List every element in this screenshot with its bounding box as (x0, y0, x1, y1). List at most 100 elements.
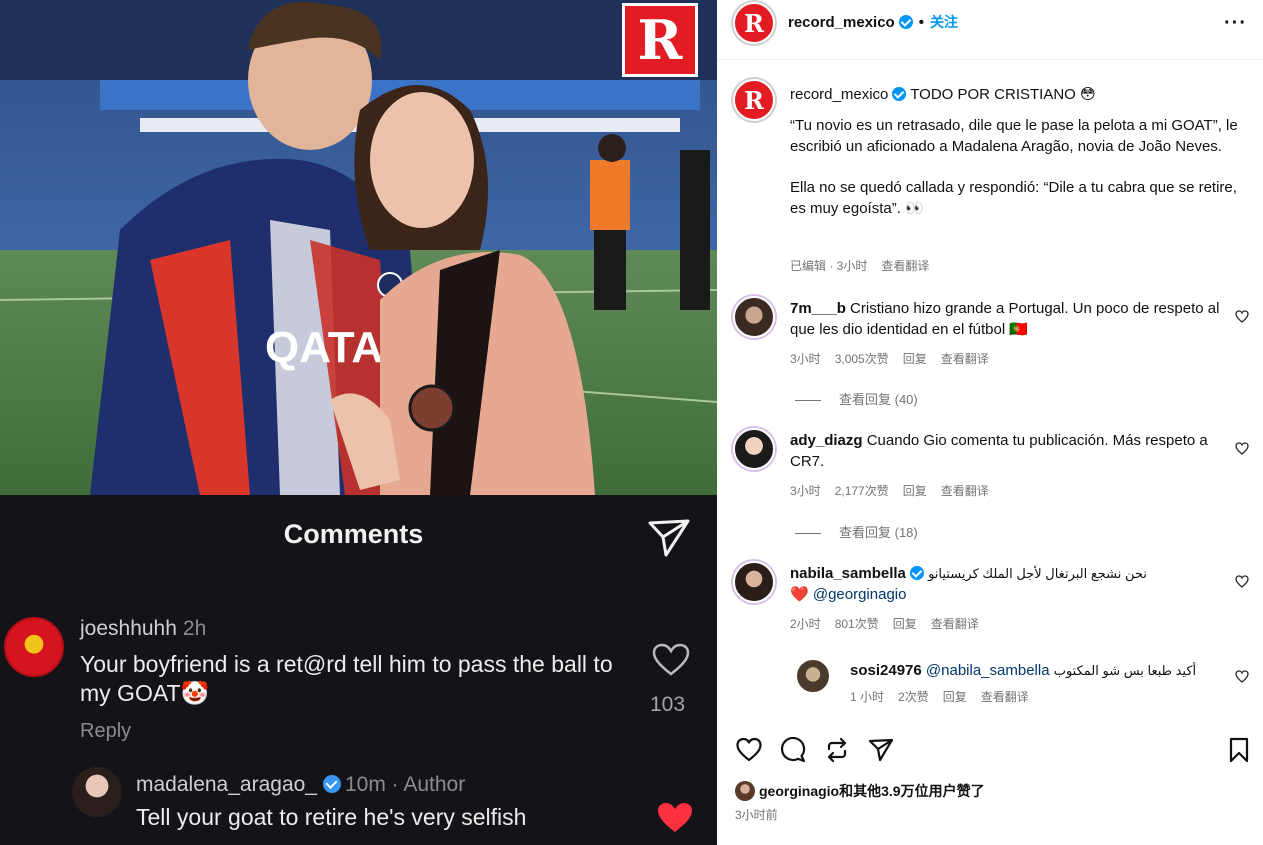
follow-button[interactable]: 关注 (930, 14, 958, 30)
screenshot-comment-user: joeshhuhh 2h (80, 617, 206, 641)
verified-badge-icon (892, 87, 907, 101)
verified-badge-icon (898, 15, 913, 29)
caption-paragraph-1: “Tu novio es un retrasado, dile que le p… (790, 117, 1238, 155)
reply-button[interactable]: 回复 (893, 617, 917, 631)
reply-username: madalena_aragao_ (136, 773, 317, 796)
repost-icon[interactable] (824, 737, 850, 763)
comment-likes[interactable]: 801次赞 (835, 617, 879, 631)
comment-username[interactable]: nabila_sambella (790, 565, 906, 582)
madalena-avatar (72, 767, 122, 817)
screenshot-like-count: 103 (650, 693, 686, 716)
comment-body: 7m___b Cristiano hizo grande a Portugal.… (790, 298, 1220, 340)
verified-badge-icon (909, 566, 924, 580)
translate-link[interactable]: 查看翻译 (941, 352, 989, 366)
account-avatar[interactable]: R (733, 2, 775, 44)
heart-outline-icon (652, 643, 690, 676)
reply-button[interactable]: 回复 (903, 484, 927, 498)
reply-button[interactable]: 回复 (943, 690, 967, 704)
reply-mention[interactable]: @nabila_sambella (926, 662, 1050, 679)
caption-first-line: record_mexico TODO POR CRISTIANO 😳 (790, 84, 1250, 105)
edited-time: 已编辑 · 3小时 (790, 259, 868, 273)
reply-meta: 1 小时 2次赞 回复 查看翻译 (850, 688, 1043, 705)
comment-text: نحن نشجع البرتغال لأجل الملك كريستيانو (928, 566, 1147, 581)
post-time: 3小时前 (735, 808, 778, 822)
caption-avatar[interactable]: R (733, 79, 775, 121)
reply-text: أكيد طبعا بس شو المكتوب (1053, 663, 1197, 678)
comment-username: joeshhuhh (80, 617, 177, 640)
comment-item: 7m___b Cristiano hizo grande a Portugal.… (733, 296, 1253, 386)
post-photo: QATAR R (0, 0, 717, 495)
comment-username[interactable]: 7m___b (790, 300, 846, 317)
heart-filled-icon (658, 803, 692, 832)
caption-headline: TODO POR CRISTIANO 😳 (910, 86, 1096, 103)
header-username[interactable]: record_mexico (788, 14, 895, 31)
comment-username[interactable]: ady_diazg (790, 432, 863, 449)
comment-body: nabila_sambella نحن نشجع البرتغال لأجل ا… (790, 563, 1220, 605)
reply-avatar[interactable] (795, 658, 831, 694)
post-side-panel: R record_mexico • 关注 ··· R record_mexico T… (717, 0, 1263, 845)
comment-likes[interactable]: 2,177次赞 (835, 484, 889, 498)
likes-text: 和其他3.9万位用户赞了 (839, 783, 985, 799)
record-logo: R (622, 3, 698, 77)
comment-time: 2h (182, 617, 207, 640)
like-heart-icon[interactable] (1235, 442, 1249, 455)
reply-username[interactable]: sosi24976 (850, 662, 922, 679)
comment-text: Cristiano hizo grande a Portugal. Un poc… (790, 300, 1220, 338)
comment-item: nabila_sambella نحن نشجع البرتغال لأجل ا… (733, 561, 1253, 621)
caption-meta: 已编辑 · 3小时 查看翻译 (790, 257, 943, 274)
like-heart-icon[interactable] (1235, 310, 1249, 323)
share-icon[interactable] (868, 737, 894, 763)
view-replies-button[interactable]: 查看回复 (18) (795, 522, 918, 541)
comment-body: ady_diazg Cuando Gio comenta tu publicac… (790, 430, 1220, 472)
caption-username[interactable]: record_mexico (790, 86, 888, 103)
screenshot-title: Comments (283, 519, 424, 549)
like-icon[interactable] (736, 737, 762, 763)
translate-link[interactable]: 查看翻译 (941, 484, 989, 498)
comment-meta: 3小时 3,005次赞 回复 查看翻译 (790, 350, 1003, 367)
separator-dot: • (918, 14, 924, 31)
comment-time: 3小时 (790, 352, 821, 366)
bookmark-icon[interactable] (1226, 737, 1252, 763)
translate-link[interactable]: 查看翻译 (981, 690, 1029, 704)
comment-avatar[interactable] (733, 428, 775, 470)
comment-likes[interactable]: 3,005次赞 (835, 352, 889, 366)
post-actions (717, 725, 1263, 775)
reply-time: 1 小时 (850, 690, 885, 704)
comment-time: 2小时 (790, 617, 821, 631)
post-media[interactable]: QATAR R Comments joeshhuhh 2h Your boyfri… (0, 0, 717, 845)
verified-badge-icon (322, 775, 341, 793)
screenshot-reply-text: Tell your goat to retire he's very selfi… (136, 804, 527, 830)
reply-body: sosi24976 @nabila_sambella أكيد طبعا بس … (850, 660, 1220, 681)
comment-avatar[interactable] (733, 296, 775, 338)
like-heart-icon[interactable] (1235, 575, 1249, 588)
comments-screenshot: Comments joeshhuhh 2h Your boyfriend is a… (0, 495, 717, 845)
more-options-icon[interactable]: ··· (1224, 12, 1247, 35)
screenshot-comment-text: Your boyfriend is a ret@rd tell him to p… (80, 651, 613, 706)
screenshot-reply-label: Reply (80, 720, 132, 742)
caption: record_mexico TODO POR CRISTIANO 😳 “Tu n… (790, 84, 1250, 219)
manutd-avatar (4, 617, 64, 677)
liker-avatar (735, 781, 755, 801)
screenshot-reply-user: madalena_aragao_ 10m · Author (136, 773, 465, 797)
comment-meta: 3小时 2,177次赞 回复 查看翻译 (790, 482, 1003, 499)
view-replies-button[interactable]: 查看回复 (40) (795, 389, 918, 408)
comment-avatar[interactable] (733, 561, 775, 603)
stadium-photo: QATAR (0, 0, 717, 495)
caption-paragraph-2: Ella no se quedó callada y respondió: “D… (790, 179, 1237, 217)
likes-summary[interactable]: georginagio 和其他3.9万位用户赞了 (735, 781, 985, 801)
comment-item: ady_diazg Cuando Gio comenta tu publicac… (733, 428, 1253, 488)
translate-link[interactable]: 查看翻译 (931, 617, 979, 631)
comment-time: 3小时 (790, 484, 821, 498)
liker-username[interactable]: georginagio (759, 783, 839, 799)
reply-likes[interactable]: 2次赞 (898, 690, 929, 704)
reply-button[interactable]: 回复 (903, 352, 927, 366)
comment-mention[interactable]: ❤️ @georginagio (790, 586, 906, 603)
reply-time: 10m · Author (344, 773, 466, 796)
comment-meta: 2小时 801次赞 回复 查看翻译 (790, 615, 993, 632)
translate-link[interactable]: 查看翻译 (881, 259, 929, 273)
like-heart-icon[interactable] (1235, 670, 1249, 683)
comment-icon[interactable] (780, 737, 806, 763)
send-icon (648, 519, 690, 557)
header-user-row: record_mexico • 关注 (788, 12, 958, 32)
post-header: R record_mexico • 关注 ··· (717, 0, 1263, 60)
